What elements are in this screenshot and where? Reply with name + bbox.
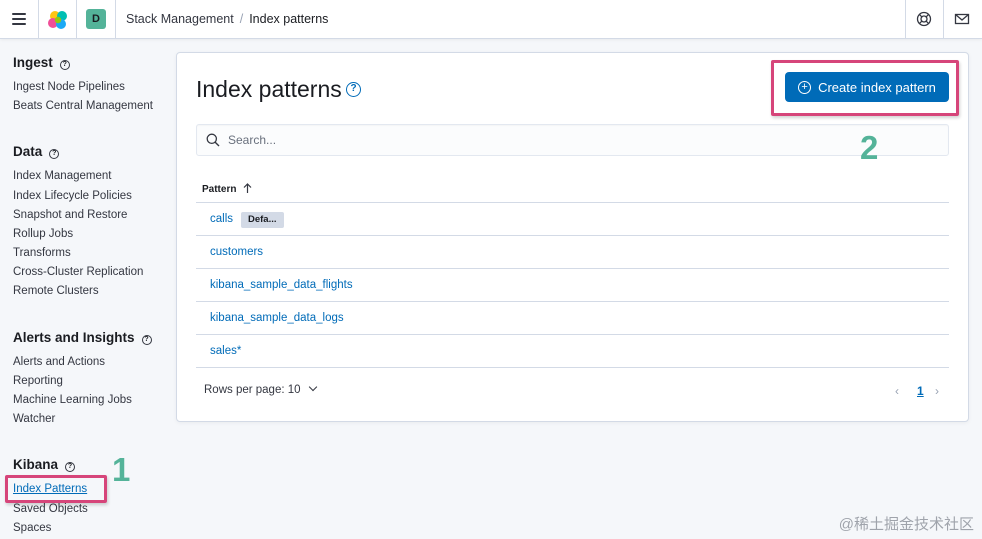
sidebar-section-title: Data [13, 144, 43, 159]
chevron-down-icon [308, 382, 317, 392]
help-lifebuoy-icon[interactable] [916, 11, 932, 27]
sidebar-item-watcher[interactable]: Watcher [13, 413, 55, 425]
breadcrumb: Stack Management / Index patterns [126, 12, 328, 26]
header-divider [943, 0, 944, 39]
header-divider [905, 0, 906, 39]
sidebar-item-transforms[interactable]: Transforms [13, 247, 71, 259]
management-sidebar: Ingest? Ingest Node Pipelines Beats Cent… [0, 40, 170, 539]
table-row: customers [196, 236, 949, 269]
sidebar-item-index-lifecycle-policies[interactable]: Index Lifecycle Policies [13, 190, 132, 202]
menu-icon[interactable] [12, 13, 26, 25]
page-number-button[interactable]: 1 [917, 384, 924, 398]
rows-per-page-label: Rows per page: 10 [204, 384, 301, 396]
index-pattern-link[interactable]: calls [210, 213, 233, 225]
pattern-column-label: Pattern [202, 184, 237, 195]
create-button-highlight [771, 60, 959, 116]
breadcrumb-separator: / [239, 12, 244, 26]
table-row: calls Defa... [196, 203, 949, 236]
sidebar-item-reporting[interactable]: Reporting [13, 375, 63, 387]
sidebar-section-alerts-and-insights: Alerts and Insights? [13, 330, 152, 345]
elastic-logo-icon[interactable] [47, 9, 69, 31]
header-divider [38, 0, 39, 39]
help-icon[interactable]: ? [59, 60, 70, 70]
sidebar-section-kibana: Kibana? [13, 457, 76, 472]
index-pattern-link[interactable]: sales* [210, 345, 241, 357]
sidebar-item-spaces[interactable]: Spaces [13, 522, 51, 534]
breadcrumb-index-patterns: Index patterns [249, 12, 329, 26]
default-badge: Defa... [241, 212, 284, 228]
mail-icon[interactable] [954, 11, 970, 27]
index-pattern-link[interactable]: customers [210, 246, 263, 258]
sidebar-item-machine-learning-jobs[interactable]: Machine Learning Jobs [13, 394, 132, 406]
help-icon[interactable]: ? [65, 462, 76, 472]
sidebar-item-saved-objects[interactable]: Saved Objects [13, 503, 88, 515]
index-pattern-link[interactable]: kibana_sample_data_flights [210, 279, 353, 291]
breadcrumb-stack-management[interactable]: Stack Management [126, 12, 234, 26]
sidebar-section-ingest: Ingest? [13, 55, 70, 70]
sidebar-section-title: Ingest [13, 55, 53, 70]
index-patterns-highlight [5, 475, 107, 503]
top-header: D Stack Management / Index patterns [0, 0, 982, 39]
sidebar-item-ingest-node-pipelines[interactable]: Ingest Node Pipelines [13, 81, 125, 93]
sidebar-section-data: Data? [13, 144, 60, 159]
previous-page-icon[interactable]: ‹ [895, 384, 899, 398]
watermark: @稀土掘金技术社区 [838, 516, 974, 533]
search-input[interactable] [228, 125, 928, 155]
pattern-column-header[interactable]: Pattern [202, 183, 252, 195]
search-icon [206, 133, 220, 147]
step-number-2: 2 [860, 129, 879, 166]
sort-ascending-icon [243, 183, 252, 193]
help-icon[interactable]: ? [49, 149, 60, 159]
table-row: kibana_sample_data_flights [196, 269, 949, 302]
help-icon[interactable]: ? [346, 82, 361, 97]
search-box [196, 124, 949, 156]
sidebar-item-remote-clusters[interactable]: Remote Clusters [13, 285, 99, 297]
table-row: kibana_sample_data_logs [196, 302, 949, 335]
index-pattern-link[interactable]: kibana_sample_data_logs [210, 312, 344, 324]
header-divider [115, 0, 116, 39]
sidebar-item-index-management[interactable]: Index Management [13, 170, 111, 182]
sidebar-item-beats-central-management[interactable]: Beats Central Management [13, 100, 153, 112]
help-icon[interactable]: ? [141, 335, 152, 345]
step-number-1: 1 [112, 451, 131, 488]
sidebar-item-alerts-and-actions[interactable]: Alerts and Actions [13, 356, 105, 368]
sidebar-item-cross-cluster-replication[interactable]: Cross-Cluster Replication [13, 266, 143, 278]
table-row: sales* [196, 335, 949, 368]
rows-per-page-selector[interactable]: Rows per page: 10 [204, 382, 317, 396]
sidebar-section-title: Kibana [13, 457, 59, 472]
sidebar-item-rollup-jobs[interactable]: Rollup Jobs [13, 228, 73, 240]
page-title: Index patterns [196, 76, 342, 102]
sidebar-section-title: Alerts and Insights [13, 330, 135, 345]
next-page-icon[interactable]: › [935, 384, 939, 398]
sidebar-item-snapshot-and-restore[interactable]: Snapshot and Restore [13, 209, 127, 221]
header-divider [76, 0, 77, 39]
space-avatar[interactable]: D [86, 9, 106, 29]
